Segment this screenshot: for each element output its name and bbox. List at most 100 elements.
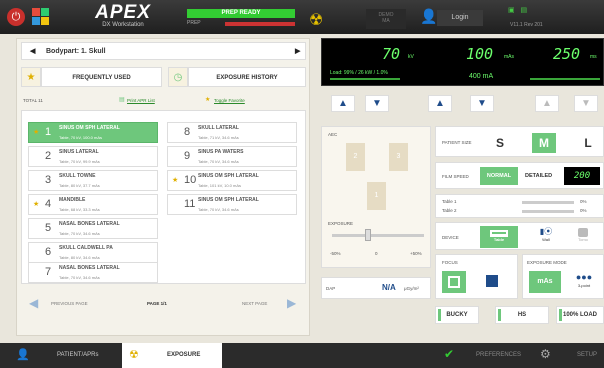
favorite-star-icon: ★ [172,177,179,184]
size-l-button[interactable]: L [576,133,600,153]
mas-value: 100 [466,45,494,63]
toggle-favorite-link[interactable]: Toggle Favorite [214,98,245,103]
print-apr-list-link[interactable]: Print APR List [127,98,155,103]
aec-chamber-right[interactable]: 3 [389,143,408,171]
footer-bar: 👤 PATIENT/APRs ☢ EXPOSURE ✔ PREFERENCES … [0,343,604,368]
size-s-button[interactable]: S [488,133,512,153]
prep-progress-bar [225,22,295,26]
app: ⏻ APEX DX Workstation PREP READY PREP ☢ … [0,0,604,368]
power-icon[interactable]: ⏻ [7,8,25,26]
device-wall-button[interactable]: ▮⦿ Wall [531,226,561,248]
exposure-slider-knob[interactable] [365,229,371,241]
list-item[interactable]: 7 NASAL BONES LATERAL Table, 70 kV, 34.6… [28,262,158,283]
setup-button[interactable]: SETUP [577,352,597,358]
hs-button[interactable]: HS [495,306,549,324]
history-icon[interactable]: ◷ [168,67,188,87]
next-page-button[interactable]: NEXT PAGE [242,301,267,306]
mas-up-button[interactable]: ▲ [428,95,452,112]
tab-patient-aprs[interactable]: 👤 PATIENT/APRs [0,343,122,368]
scale-mid: 0 [375,251,378,256]
exposure-mode-label: EXPOSURE MODE [527,260,567,265]
device-table-label: Table [493,237,505,242]
ma-value: 400 mA [469,73,494,80]
bodypart-prev-icon[interactable]: ◀ [30,43,35,60]
list-item[interactable]: 5 NASAL BONES LATERAL Table, 70 kV, 34.6… [28,218,158,239]
table2-label: Table 2 [442,208,457,213]
three-point-button[interactable]: ●●● 3-point [567,271,601,295]
ms-unit: ms [590,54,597,60]
version-text: V11.1 Rev 201 [510,22,543,28]
mas-down-button[interactable]: ▼ [470,95,494,112]
three-point-icon: ●●● [575,272,593,282]
patient-icon: 👤 [16,349,30,361]
windows-logo-icon[interactable] [32,8,50,26]
detailed-button[interactable]: DETAILED [525,173,552,179]
dap-unit: μGy/m² [404,286,419,291]
exposure-slider-track[interactable] [332,234,424,237]
tab-frequently-used[interactable]: FREQUENTLY USED [41,67,162,87]
mas-unit: mAs [504,54,514,60]
film-speed-label: FILM SPEED [442,174,469,179]
list-item[interactable]: ★ 4 MANDIBLE Table, 68 kV, 33.3 mAs [28,194,158,215]
prev-page-icon[interactable]: ◀ [29,296,38,310]
gear-icon[interactable]: ⚙ [540,347,551,361]
full-load-button[interactable]: 100% LOAD [556,306,604,324]
demo-indicator: DEMO MA [366,9,406,29]
table2-bar [522,210,574,213]
ms-up-button[interactable]: ▲ [535,95,559,112]
tab-exposure-history[interactable]: EXPOSURE HISTORY [188,67,306,87]
total-count: TOTAL 11 [23,98,43,103]
exposure-tab-label: EXPOSURE [167,352,201,358]
small-focus-button[interactable] [486,275,498,287]
login-button[interactable]: Login [437,10,483,26]
exposure-tab-icon: ☢ [129,349,139,361]
list-item[interactable]: 3 SKULL TOWNE Table, 80 kV, 37.7 mAs [28,170,158,191]
check-icon: ✔ [444,347,455,361]
preferences-button[interactable]: PREFERENCES [476,352,521,358]
favorite-star-icon: ★ [33,129,40,136]
list-item[interactable]: 8 SKULL LATERAL Table, 71 kV, 34.6 mAs [167,122,297,143]
list-header: TOTAL 11 ▤ Print APR List ★ Toggle Favor… [21,95,306,107]
next-page-icon[interactable]: ▶ [287,296,296,310]
list-item[interactable]: 9 SINUS PA WATERS Table, 70 kV, 34.6 mAs [167,146,297,167]
pager: ◀ PREVIOUS PAGE PAGE 1/1 NEXT PAGE ▶ [21,296,306,312]
aec-chamber-left[interactable]: 2 [346,143,365,171]
star-icon[interactable]: ★ [21,67,41,87]
bucky-label: BUCKY [446,312,468,318]
procedure-panel: ◀ Bodypart: 1. Skull ▶ ★ FREQUENTLY USED… [16,38,310,336]
dap-readout: DAP N/A μGy/m² [321,277,431,299]
aec-title: AEC [328,132,338,137]
procedure-list: ★ 1 SINUS OM SPH LATERAL Table, 70 kV, 1… [21,110,306,284]
prev-page-button[interactable]: PREVIOUS PAGE [51,301,88,306]
table1-percent: 0% [580,199,587,204]
bodypart-next-icon[interactable]: ▶ [295,43,300,60]
hs-label: HS [517,312,527,318]
ms-indicator-line [530,78,600,80]
device-tomo-button[interactable]: Tomo [568,226,598,248]
favorite-star-icon: ★ [33,201,40,208]
list-item[interactable]: 6 SKULL CALDWELL PA Table, 80 kV, 34.6 m… [28,242,158,263]
kv-up-button[interactable]: ▲ [331,95,355,112]
size-m-button[interactable]: M [532,133,556,153]
normal-button[interactable]: NORMAL [480,167,518,185]
ms-down-button[interactable]: ▼ [574,95,598,112]
brand-title: APEX [95,2,151,23]
large-focus-button[interactable] [442,271,466,293]
device-tomo-label: Tomo [578,237,588,242]
film-speed-card: FILM SPEED NORMAL DETAILED 200 [435,162,604,189]
device-table-button[interactable]: Table [480,226,518,248]
focus-card: FOCUS [435,254,518,299]
kv-down-button[interactable]: ▼ [365,95,389,112]
list-item[interactable]: ★ 10 SINUS OM SPH LATERAL Table, 101 kV,… [167,170,297,191]
aec-chamber-center[interactable]: 1 [367,182,386,210]
mas-mode-button[interactable]: mAs [529,271,561,293]
list-tabs: ★ FREQUENTLY USED ◷ EXPOSURE HISTORY [21,67,306,87]
kv-indicator-line [330,78,400,80]
list-item[interactable]: ★ 1 SINUS OM SPH LATERAL Table, 70 kV, 1… [28,122,158,143]
exposure-label: EXPOSURE [328,221,354,226]
list-item[interactable]: 2 SINUS LATERAL Table, 70 kV, 99.9 mAs [28,146,158,167]
page-indicator: PAGE 1/1 [147,301,167,306]
bucky-button[interactable]: BUCKY [435,306,479,324]
tab-exposure[interactable]: ☢ EXPOSURE [122,343,222,368]
list-item[interactable]: 11 SINUS OM SPH LATERAL Table, 70 kV, 34… [167,194,297,215]
